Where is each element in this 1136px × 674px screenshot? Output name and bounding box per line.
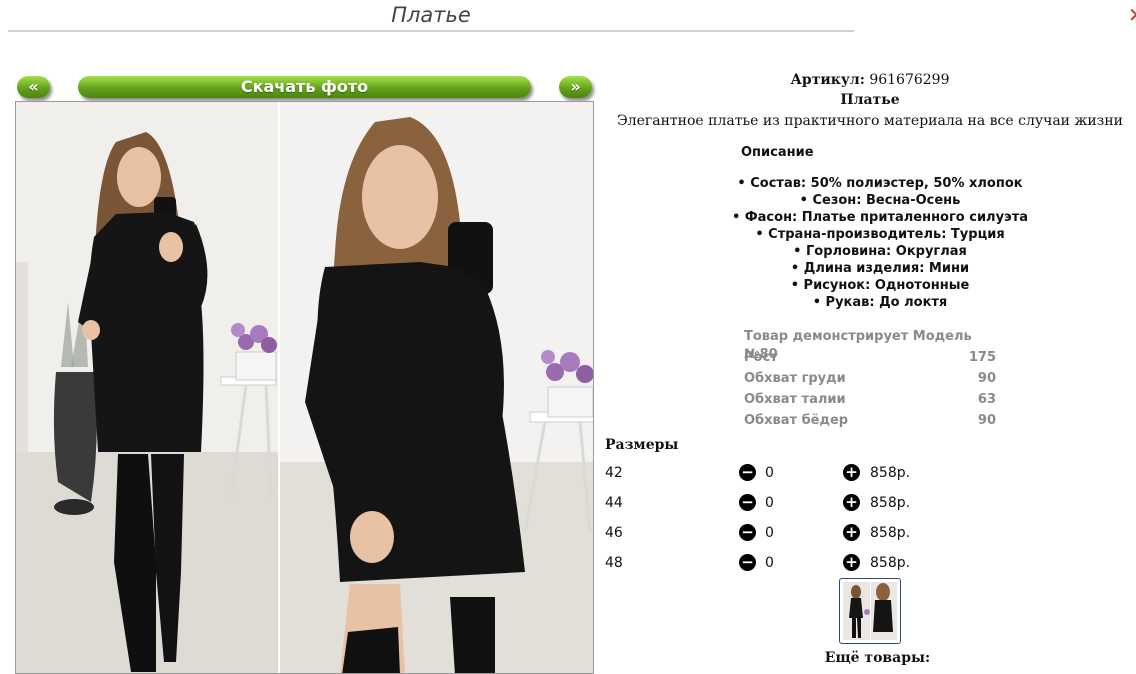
feature-item: • Длина изделия: Мини: [790, 261, 970, 276]
sku-value: 961676299: [869, 72, 950, 88]
model-row: Обхват груди 90: [744, 370, 996, 391]
model-row-label: Товар демонстрирует Модель №80: [744, 329, 972, 362]
page-title: Платье: [8, 2, 854, 32]
size-row: 46 − 0 + 858р.: [605, 523, 935, 543]
size-row: 42 − 0 + 858р.: [605, 463, 935, 483]
more-products-heading: Ещё товары:: [824, 650, 931, 666]
sku-label: Артикул:: [790, 72, 865, 88]
feature-item: • Фасон: Платье приталенного силуэта: [731, 210, 1029, 225]
description-heading: Описание: [741, 145, 814, 160]
minus-circle-icon[interactable]: −: [739, 554, 756, 571]
photo-gallery: [15, 101, 594, 674]
price-value: 858р.: [870, 525, 911, 541]
quantity-value: 0: [765, 555, 774, 571]
feature-item: • Страна-производитель: Турция: [755, 227, 1005, 242]
plus-circle-icon[interactable]: +: [843, 524, 860, 541]
feature-item: • Сезон: Весна-Осень: [799, 193, 961, 208]
plus-circle-icon[interactable]: +: [843, 494, 860, 511]
size-label: 44: [605, 495, 623, 511]
feature-item: • Рисунок: Однотонные: [790, 278, 970, 293]
sku-line: Артикул: 961676299: [640, 72, 1100, 88]
model-row-value: 63: [977, 392, 996, 407]
model-row: Обхват талии 63: [744, 391, 996, 412]
model-row: Рост 175: [744, 349, 996, 370]
next-photo-button[interactable]: »: [559, 76, 592, 98]
download-photo-button[interactable]: Скачать фото: [78, 76, 531, 98]
minus-circle-icon[interactable]: −: [739, 464, 756, 481]
close-icon[interactable]: ✕: [1128, 4, 1136, 26]
size-row: 48 − 0 + 858р.: [605, 553, 935, 573]
price-value: 858р.: [870, 465, 911, 481]
size-row: 44 − 0 + 858р.: [605, 493, 935, 513]
price-value: 858р.: [870, 555, 911, 571]
price-value: 858р.: [870, 495, 911, 511]
feature-item: • Горловина: Округлая: [793, 244, 967, 259]
feature-item: • Состав: 50% полиэстер, 50% хлопок: [737, 176, 1023, 191]
model-row-label: Обхват груди: [744, 371, 846, 386]
feature-item: • Рукав: До локтя: [812, 295, 948, 310]
size-label: 48: [605, 555, 623, 571]
quantity-value: 0: [765, 495, 774, 511]
model-row-label: Обхват талии: [744, 392, 846, 407]
model-measurements-table: Товар демонстрирует Модель №80 Рост 175 …: [744, 328, 996, 433]
product-thumbnail[interactable]: [839, 578, 901, 644]
model-row-label: Обхват бёдер: [744, 413, 849, 428]
model-row-value: 175: [968, 350, 996, 365]
more-products-links: [710, 668, 960, 674]
product-photo-full-length: [16, 102, 278, 673]
minus-circle-icon[interactable]: −: [739, 524, 756, 541]
previous-photo-button[interactable]: «: [17, 76, 50, 98]
size-label: 42: [605, 465, 623, 481]
model-row-value: 90: [977, 413, 996, 428]
product-tagline: Элегантное платье из практичного материа…: [617, 113, 1123, 129]
quantity-value: 0: [765, 465, 774, 481]
model-row: Обхват бёдер 90: [744, 412, 996, 433]
minus-circle-icon[interactable]: −: [739, 494, 756, 511]
sizes-heading: Размеры: [605, 437, 679, 453]
product-photo-closeup: [280, 102, 593, 673]
model-row-value: 90: [977, 371, 996, 386]
size-label: 46: [605, 525, 623, 541]
product-name: Платье: [840, 92, 900, 108]
plus-circle-icon[interactable]: +: [843, 464, 860, 481]
model-row-label: Рост: [744, 350, 778, 365]
model-row: Товар демонстрирует Модель №80: [744, 328, 996, 362]
quantity-value: 0: [765, 525, 774, 541]
plus-circle-icon[interactable]: +: [843, 554, 860, 571]
feature-list: • Состав: 50% полиэстер, 50% хлопок • Се…: [700, 175, 1060, 311]
